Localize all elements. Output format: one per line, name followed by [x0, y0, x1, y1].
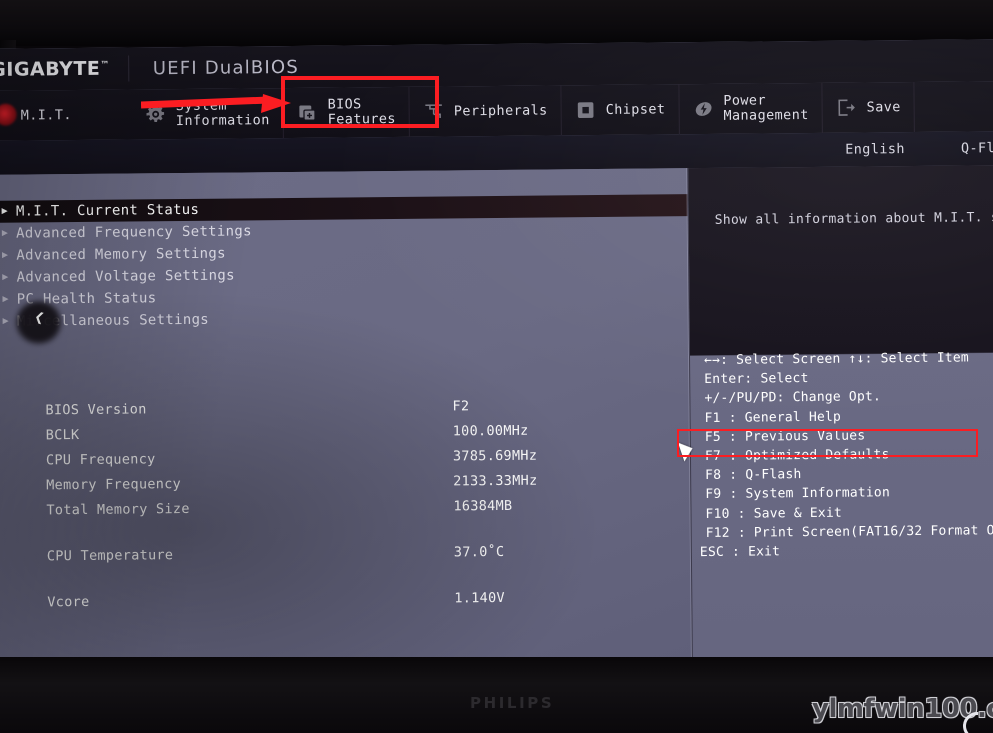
help-description: Show all information about M.I.T. s — [714, 210, 993, 228]
info-value: 2133.33MHz — [453, 472, 538, 490]
mit-menu: ▶ M.I.T. Current Status ▶ Advanced Frequ… — [0, 168, 689, 333]
qflash-button[interactable]: Q-Fl — [961, 140, 993, 156]
red-orb-icon — [0, 103, 17, 126]
gigabyte-logo: GIGABYTE™ — [0, 58, 110, 81]
triangle-right-icon: ▶ — [2, 271, 9, 283]
tab-chipset-label: Chipset — [605, 101, 666, 118]
bios-suite-title: UEFI DualBIOS — [152, 56, 300, 79]
annotation-box-bios-features — [281, 76, 439, 128]
bios-screen: GIGABYTE™ UEFI DualBIOS M.I.T. System In… — [0, 39, 993, 667]
info-key: CPU Temperature — [46, 547, 174, 565]
monitor-brand-label: PHILIPS — [470, 694, 555, 712]
info-value: 3785.69MHz — [452, 447, 538, 465]
photo-of-monitor: GIGABYTE™ UEFI DualBIOS M.I.T. System In… — [0, 0, 993, 733]
menu-item-label: Advanced Voltage Settings — [16, 267, 235, 286]
tab-mit-label: M.I.T. — [20, 107, 72, 124]
tab-chipset[interactable]: Chipset — [561, 84, 680, 136]
logo-divider — [127, 55, 129, 82]
info-key: Total Memory Size — [46, 500, 190, 519]
info-key: CPU Frequency — [45, 451, 156, 469]
monitor-bezel-top — [0, 0, 993, 46]
info-value: 16384MB — [453, 497, 513, 515]
tab-peripherals-label: Peripherals — [453, 102, 548, 120]
triangle-right-icon: ▶ — [1, 205, 8, 217]
info-key: BCLK — [45, 427, 80, 444]
hotkey-esc: ESC : Exit — [699, 544, 781, 561]
info-row-total-memory-size: Total Memory Size 16384MB — [0, 496, 691, 528]
system-info-table: BIOS Version F2 BCLK 100.00MHz CPU Frequ… — [0, 396, 691, 620]
chipset-icon — [575, 99, 597, 121]
exit-arrow-icon — [836, 97, 858, 119]
lightning-icon — [692, 98, 714, 120]
trademark-symbol: ™ — [100, 60, 110, 71]
info-value: 37.0˚C — [453, 543, 505, 561]
tab-save[interactable]: Save — [822, 81, 916, 133]
info-value: 1.140V — [454, 589, 505, 607]
hotkey-select-screen-item: ←→: Select Screen ↑↓: Select Item — [703, 350, 969, 369]
triangle-right-icon: ▶ — [1, 249, 9, 261]
menu-item-label: Advanced Frequency Settings — [16, 223, 252, 242]
annotation-box-select-keys — [677, 429, 978, 457]
tab-power-management-label: Power Management — [723, 92, 809, 124]
menu-item-label: Advanced Memory Settings — [16, 245, 226, 264]
info-row-cpu-temperature: CPU Temperature 37.0˚C — [0, 542, 691, 574]
triangle-right-icon: ▶ — [1, 227, 9, 239]
tab-save-label: Save — [866, 99, 901, 116]
menu-item-label: M.I.T. Current Status — [15, 201, 200, 220]
help-pane: Show all information about M.I.T. s ←→: … — [687, 165, 993, 661]
language-selector[interactable]: English — [845, 141, 905, 158]
hotkey-f12: F12 : Print Screen(FAT16/32 Format Only) — [705, 522, 993, 541]
info-key: Memory Frequency — [46, 476, 182, 494]
info-value: 100.00MHz — [452, 422, 529, 440]
info-row-vcore: Vcore 1.140V — [0, 588, 691, 620]
bios-body: ▶ M.I.T. Current Status ▶ Advanced Frequ… — [0, 165, 993, 667]
triangle-right-icon: ▶ — [2, 293, 9, 305]
info-key: Vcore — [47, 593, 90, 611]
annotation-arrow-icon — [141, 94, 291, 113]
tab-power-management[interactable]: Power Management — [679, 82, 823, 135]
triangle-right-icon: ▶ — [2, 315, 10, 327]
tab-mit[interactable]: M.I.T. — [0, 90, 132, 141]
settings-pane: ▶ M.I.T. Current Status ▶ Advanced Frequ… — [0, 168, 692, 667]
info-value: F2 — [452, 398, 470, 415]
gigabyte-logo-text: GIGABYTE — [0, 57, 101, 81]
info-key: BIOS Version — [45, 401, 147, 419]
